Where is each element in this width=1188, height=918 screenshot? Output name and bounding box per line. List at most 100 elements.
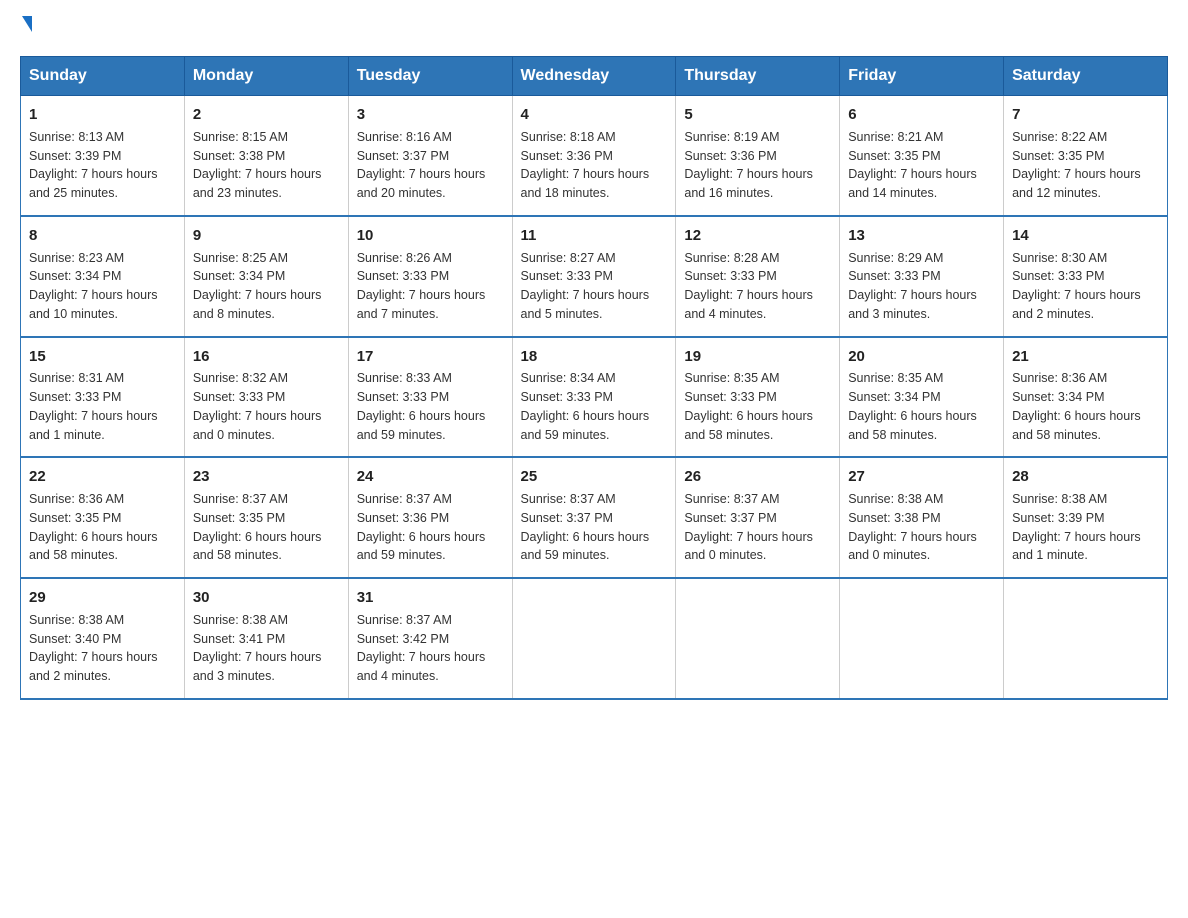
- weekday-header-saturday: Saturday: [1004, 57, 1168, 96]
- logo: [20, 20, 32, 36]
- day-info: Sunrise: 8:38 AMSunset: 3:39 PMDaylight:…: [1012, 490, 1159, 565]
- day-number: 25: [521, 466, 668, 488]
- calendar-cell: [840, 578, 1004, 699]
- day-info: Sunrise: 8:36 AMSunset: 3:34 PMDaylight:…: [1012, 369, 1159, 444]
- day-number: 19: [684, 346, 831, 368]
- day-number: 17: [357, 346, 504, 368]
- day-info: Sunrise: 8:22 AMSunset: 3:35 PMDaylight:…: [1012, 128, 1159, 203]
- day-number: 10: [357, 225, 504, 247]
- weekday-header-row: SundayMondayTuesdayWednesdayThursdayFrid…: [21, 57, 1168, 96]
- logo-triangle-icon: [22, 16, 32, 32]
- day-number: 8: [29, 225, 176, 247]
- calendar-cell: 2Sunrise: 8:15 AMSunset: 3:38 PMDaylight…: [184, 96, 348, 216]
- calendar-cell: 7Sunrise: 8:22 AMSunset: 3:35 PMDaylight…: [1004, 96, 1168, 216]
- day-info: Sunrise: 8:23 AMSunset: 3:34 PMDaylight:…: [29, 249, 176, 324]
- calendar-cell: 10Sunrise: 8:26 AMSunset: 3:33 PMDayligh…: [348, 216, 512, 337]
- calendar-cell: 21Sunrise: 8:36 AMSunset: 3:34 PMDayligh…: [1004, 337, 1168, 458]
- day-info: Sunrise: 8:37 AMSunset: 3:36 PMDaylight:…: [357, 490, 504, 565]
- day-info: Sunrise: 8:36 AMSunset: 3:35 PMDaylight:…: [29, 490, 176, 565]
- day-number: 16: [193, 346, 340, 368]
- day-info: Sunrise: 8:37 AMSunset: 3:35 PMDaylight:…: [193, 490, 340, 565]
- calendar-cell: [676, 578, 840, 699]
- calendar-cell: 1Sunrise: 8:13 AMSunset: 3:39 PMDaylight…: [21, 96, 185, 216]
- day-number: 3: [357, 104, 504, 126]
- calendar-cell: 6Sunrise: 8:21 AMSunset: 3:35 PMDaylight…: [840, 96, 1004, 216]
- calendar-cell: 29Sunrise: 8:38 AMSunset: 3:40 PMDayligh…: [21, 578, 185, 699]
- day-number: 30: [193, 587, 340, 609]
- day-number: 7: [1012, 104, 1159, 126]
- calendar-cell: [1004, 578, 1168, 699]
- calendar-cell: 11Sunrise: 8:27 AMSunset: 3:33 PMDayligh…: [512, 216, 676, 337]
- day-info: Sunrise: 8:25 AMSunset: 3:34 PMDaylight:…: [193, 249, 340, 324]
- day-info: Sunrise: 8:18 AMSunset: 3:36 PMDaylight:…: [521, 128, 668, 203]
- calendar-cell: 12Sunrise: 8:28 AMSunset: 3:33 PMDayligh…: [676, 216, 840, 337]
- day-info: Sunrise: 8:37 AMSunset: 3:42 PMDaylight:…: [357, 611, 504, 686]
- calendar-cell: 24Sunrise: 8:37 AMSunset: 3:36 PMDayligh…: [348, 457, 512, 578]
- day-info: Sunrise: 8:13 AMSunset: 3:39 PMDaylight:…: [29, 128, 176, 203]
- calendar-cell: 4Sunrise: 8:18 AMSunset: 3:36 PMDaylight…: [512, 96, 676, 216]
- day-info: Sunrise: 8:35 AMSunset: 3:33 PMDaylight:…: [684, 369, 831, 444]
- day-info: Sunrise: 8:21 AMSunset: 3:35 PMDaylight:…: [848, 128, 995, 203]
- calendar-cell: 26Sunrise: 8:37 AMSunset: 3:37 PMDayligh…: [676, 457, 840, 578]
- calendar-cell: 14Sunrise: 8:30 AMSunset: 3:33 PMDayligh…: [1004, 216, 1168, 337]
- calendar-cell: 30Sunrise: 8:38 AMSunset: 3:41 PMDayligh…: [184, 578, 348, 699]
- day-info: Sunrise: 8:30 AMSunset: 3:33 PMDaylight:…: [1012, 249, 1159, 324]
- day-number: 24: [357, 466, 504, 488]
- calendar-table: SundayMondayTuesdayWednesdayThursdayFrid…: [20, 56, 1168, 700]
- calendar-cell: 3Sunrise: 8:16 AMSunset: 3:37 PMDaylight…: [348, 96, 512, 216]
- calendar-cell: 15Sunrise: 8:31 AMSunset: 3:33 PMDayligh…: [21, 337, 185, 458]
- day-number: 28: [1012, 466, 1159, 488]
- day-number: 15: [29, 346, 176, 368]
- day-info: Sunrise: 8:35 AMSunset: 3:34 PMDaylight:…: [848, 369, 995, 444]
- day-info: Sunrise: 8:38 AMSunset: 3:38 PMDaylight:…: [848, 490, 995, 565]
- calendar-header: SundayMondayTuesdayWednesdayThursdayFrid…: [21, 57, 1168, 96]
- day-number: 9: [193, 225, 340, 247]
- day-number: 14: [1012, 225, 1159, 247]
- day-number: 26: [684, 466, 831, 488]
- weekday-header-tuesday: Tuesday: [348, 57, 512, 96]
- day-number: 12: [684, 225, 831, 247]
- day-info: Sunrise: 8:26 AMSunset: 3:33 PMDaylight:…: [357, 249, 504, 324]
- day-info: Sunrise: 8:31 AMSunset: 3:33 PMDaylight:…: [29, 369, 176, 444]
- calendar-cell: 9Sunrise: 8:25 AMSunset: 3:34 PMDaylight…: [184, 216, 348, 337]
- day-info: Sunrise: 8:29 AMSunset: 3:33 PMDaylight:…: [848, 249, 995, 324]
- calendar-week-row: 15Sunrise: 8:31 AMSunset: 3:33 PMDayligh…: [21, 337, 1168, 458]
- day-info: Sunrise: 8:37 AMSunset: 3:37 PMDaylight:…: [521, 490, 668, 565]
- day-info: Sunrise: 8:19 AMSunset: 3:36 PMDaylight:…: [684, 128, 831, 203]
- day-number: 1: [29, 104, 176, 126]
- calendar-cell: 23Sunrise: 8:37 AMSunset: 3:35 PMDayligh…: [184, 457, 348, 578]
- day-number: 31: [357, 587, 504, 609]
- calendar-cell: 19Sunrise: 8:35 AMSunset: 3:33 PMDayligh…: [676, 337, 840, 458]
- day-number: 27: [848, 466, 995, 488]
- day-info: Sunrise: 8:37 AMSunset: 3:37 PMDaylight:…: [684, 490, 831, 565]
- day-number: 2: [193, 104, 340, 126]
- calendar-cell: 28Sunrise: 8:38 AMSunset: 3:39 PMDayligh…: [1004, 457, 1168, 578]
- day-number: 29: [29, 587, 176, 609]
- calendar-cell: 18Sunrise: 8:34 AMSunset: 3:33 PMDayligh…: [512, 337, 676, 458]
- day-info: Sunrise: 8:38 AMSunset: 3:41 PMDaylight:…: [193, 611, 340, 686]
- page-header: [20, 20, 1168, 36]
- calendar-cell: 31Sunrise: 8:37 AMSunset: 3:42 PMDayligh…: [348, 578, 512, 699]
- day-info: Sunrise: 8:33 AMSunset: 3:33 PMDaylight:…: [357, 369, 504, 444]
- calendar-cell: 16Sunrise: 8:32 AMSunset: 3:33 PMDayligh…: [184, 337, 348, 458]
- weekday-header-monday: Monday: [184, 57, 348, 96]
- day-info: Sunrise: 8:16 AMSunset: 3:37 PMDaylight:…: [357, 128, 504, 203]
- calendar-week-row: 29Sunrise: 8:38 AMSunset: 3:40 PMDayligh…: [21, 578, 1168, 699]
- day-number: 13: [848, 225, 995, 247]
- calendar-cell: 17Sunrise: 8:33 AMSunset: 3:33 PMDayligh…: [348, 337, 512, 458]
- day-info: Sunrise: 8:15 AMSunset: 3:38 PMDaylight:…: [193, 128, 340, 203]
- day-number: 22: [29, 466, 176, 488]
- calendar-cell: 25Sunrise: 8:37 AMSunset: 3:37 PMDayligh…: [512, 457, 676, 578]
- calendar-cell: 22Sunrise: 8:36 AMSunset: 3:35 PMDayligh…: [21, 457, 185, 578]
- day-number: 23: [193, 466, 340, 488]
- day-number: 6: [848, 104, 995, 126]
- calendar-week-row: 8Sunrise: 8:23 AMSunset: 3:34 PMDaylight…: [21, 216, 1168, 337]
- day-number: 5: [684, 104, 831, 126]
- day-number: 4: [521, 104, 668, 126]
- calendar-body: 1Sunrise: 8:13 AMSunset: 3:39 PMDaylight…: [21, 96, 1168, 699]
- calendar-week-row: 1Sunrise: 8:13 AMSunset: 3:39 PMDaylight…: [21, 96, 1168, 216]
- day-number: 11: [521, 225, 668, 247]
- calendar-cell: [512, 578, 676, 699]
- calendar-cell: 20Sunrise: 8:35 AMSunset: 3:34 PMDayligh…: [840, 337, 1004, 458]
- day-number: 18: [521, 346, 668, 368]
